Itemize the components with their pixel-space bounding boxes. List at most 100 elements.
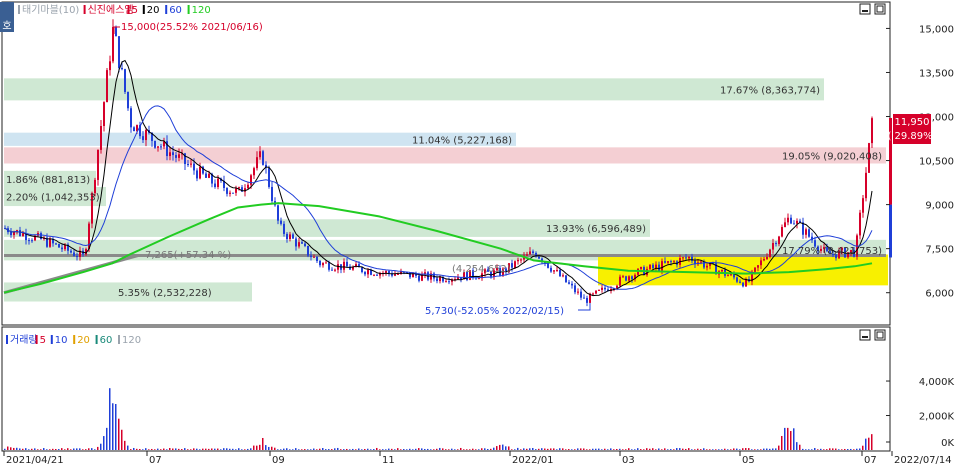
volume-bar [646, 448, 648, 450]
volume-bar [445, 449, 447, 450]
legend-marker [142, 5, 145, 14]
volume-bar [178, 448, 180, 450]
volume-bar [688, 448, 690, 450]
volume-bar [322, 448, 324, 450]
volume-minimize-button[interactable] [859, 329, 871, 341]
volume-bar [481, 448, 483, 450]
volume-bar [718, 449, 720, 450]
volume-bar [394, 449, 396, 450]
volume-bar [556, 449, 558, 450]
minimize-button[interactable] [859, 3, 871, 15]
volume-bar [313, 448, 315, 450]
candle-body [331, 269, 333, 271]
volume-bar [622, 449, 624, 450]
volume-bar [574, 449, 576, 450]
volume-bar [388, 448, 390, 450]
volume-bar [247, 448, 249, 450]
candle-body [130, 108, 132, 128]
volume-bar [862, 445, 864, 450]
volume-bar [397, 448, 399, 450]
volume-bar [706, 449, 708, 450]
volume-bar [103, 436, 105, 450]
candle-body [178, 154, 180, 158]
volume-bar [832, 448, 834, 450]
candle-body [55, 243, 57, 245]
candle-body [109, 61, 111, 71]
candle-body [805, 229, 807, 235]
candle-body [568, 282, 570, 284]
candle-body [322, 263, 324, 266]
candle-body [193, 163, 195, 171]
volume-bar [409, 448, 411, 450]
candle-body [562, 275, 564, 277]
volume-bar [340, 449, 342, 450]
price-tick-label: 9,000 [925, 201, 954, 212]
volume-bar [259, 444, 261, 450]
partial-band-label: (4,254,652) [452, 264, 511, 275]
volume-bar [286, 448, 288, 450]
volume-bar [127, 445, 129, 450]
candle-body [298, 242, 300, 247]
volume-bar [580, 448, 582, 450]
legend-marker [127, 5, 130, 14]
candle-body [664, 261, 666, 263]
candle-body [736, 277, 738, 282]
volume-bar [508, 446, 510, 450]
candle-body [94, 179, 96, 194]
date-tick-label: 05 [742, 455, 755, 466]
band-label: 13.93% (6,596,489) [546, 224, 646, 235]
volume-bar [691, 449, 693, 450]
high-annotation-text: 15,000(25.52% 2021/06/16) [121, 22, 263, 33]
candle-body [319, 261, 321, 266]
volume-bar [856, 448, 858, 450]
volume-bar [490, 448, 492, 450]
volume-bar [700, 449, 702, 450]
volume-bar [40, 449, 42, 450]
candle-body [571, 283, 573, 286]
candle-body [739, 281, 741, 283]
candle-body [727, 275, 729, 277]
volume-bar [316, 449, 318, 450]
candle-body [658, 264, 660, 271]
volume-bar [124, 440, 126, 450]
volume-bar [265, 445, 267, 450]
volume-bar [352, 448, 354, 450]
band-label: 5.35% (2,532,228) [118, 288, 212, 299]
candle-body [100, 126, 102, 150]
band-label: 17.79% (8,421,753) [782, 246, 882, 257]
volume-bar [778, 445, 780, 450]
volume-bar [631, 449, 633, 450]
volume-bar [709, 449, 711, 450]
volume-bar [262, 437, 264, 450]
legend-item: 20 [77, 335, 90, 346]
candle-body [58, 244, 60, 248]
volume-bar [373, 449, 375, 450]
volume-bar [595, 448, 597, 450]
volume-bar [415, 448, 417, 450]
volume-bar [799, 444, 801, 450]
legend-item: 거래량 [10, 334, 38, 346]
candle-body [436, 278, 438, 282]
volume-bar [148, 449, 150, 450]
candle-body [871, 118, 873, 144]
volume-bar [538, 448, 540, 450]
volume-bar [562, 448, 564, 450]
candle-body [328, 262, 330, 270]
volume-bar [553, 448, 555, 450]
volume-bar [4, 448, 6, 450]
candle-body [235, 188, 237, 193]
volume-bar [820, 448, 822, 450]
corner-label: 호 [2, 20, 11, 32]
candle-body [670, 261, 672, 263]
candle-body [529, 251, 531, 255]
volume-bar [346, 448, 348, 450]
volume-bar [559, 448, 561, 450]
candle-body [187, 164, 189, 166]
volume-bar [823, 449, 825, 450]
volume-bar [493, 447, 495, 450]
volume-bar [43, 448, 45, 450]
candle-body [532, 251, 534, 253]
volume-bar [817, 449, 819, 450]
volume-bar [310, 449, 312, 450]
volume-bar [172, 448, 174, 450]
